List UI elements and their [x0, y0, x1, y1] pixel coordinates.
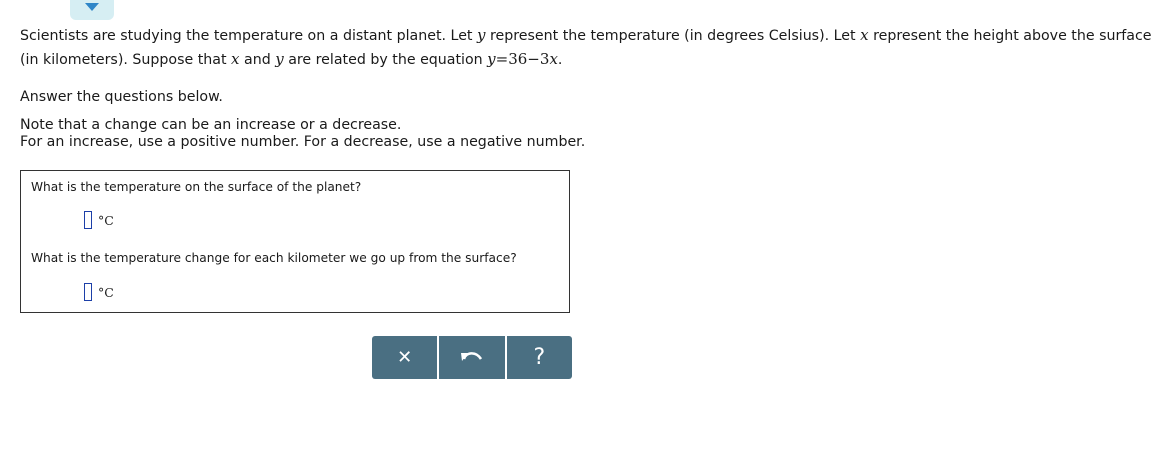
unit-label-1: °C	[98, 212, 114, 228]
answer-input-2[interactable]	[84, 283, 92, 301]
question-box: What is the temperature on the surface o…	[20, 170, 570, 313]
close-icon: ✕	[397, 346, 413, 368]
question-1-text: What is the temperature on the surface o…	[31, 180, 362, 194]
note-line-1: Note that a change can be an increase or…	[20, 117, 402, 133]
clear-button[interactable]: ✕	[372, 336, 440, 379]
equation-x: x	[549, 50, 558, 68]
help-icon: ?	[533, 344, 546, 370]
undo-icon	[459, 348, 485, 368]
problem-statement-line1: Scientists are studying the temperature …	[20, 26, 1152, 44]
note-text: Note that a change can be an increase or…	[20, 117, 585, 151]
answer-toolbar: ✕ ?	[372, 336, 572, 379]
help-button[interactable]: ?	[507, 336, 572, 379]
expand-tab[interactable]	[70, 0, 114, 20]
answer-input-1[interactable]	[84, 211, 92, 229]
note-line-2: For an increase, use a positive number. …	[20, 134, 586, 150]
answer-row-2: °C	[84, 283, 114, 301]
unit-label-2: °C	[98, 284, 114, 300]
answer-row-1: °C	[84, 211, 114, 229]
question-2-text: What is the temperature change for each …	[31, 251, 517, 265]
chevron-down-icon	[85, 3, 99, 11]
equation-y: y	[487, 50, 496, 68]
problem-statement-line2: (in kilometers). Suppose that x and y ar…	[20, 50, 563, 68]
undo-button[interactable]	[439, 336, 507, 379]
instruction-text: Answer the questions below.	[20, 89, 223, 105]
equation-body: =36−3	[495, 50, 550, 68]
